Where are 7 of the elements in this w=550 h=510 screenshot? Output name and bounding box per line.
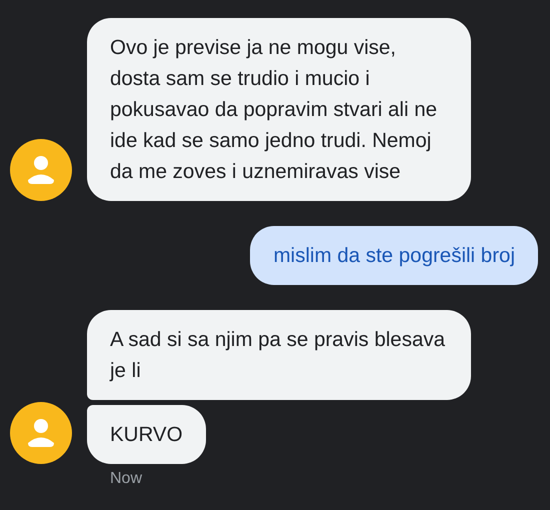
- message-bubble: A sad si sa njim pa se pravis blesava je li: [87, 310, 471, 400]
- avatar-icon: [10, 139, 72, 201]
- message-timestamp: Now: [110, 470, 144, 488]
- message-bubble: Ovo je previse ja ne mogu vise, dosta sam se trudio i mucio i pokusavao da popravim stvari ali ne ide kad se samo jedno trudi. Nemoj da me zoves i uznemiravas vise: [87, 18, 471, 201]
- message-bubble: KURVO: [87, 405, 206, 464]
- message-bubble: mislim da ste pogrešili broj: [250, 226, 538, 285]
- avatar-icon: [10, 402, 72, 464]
